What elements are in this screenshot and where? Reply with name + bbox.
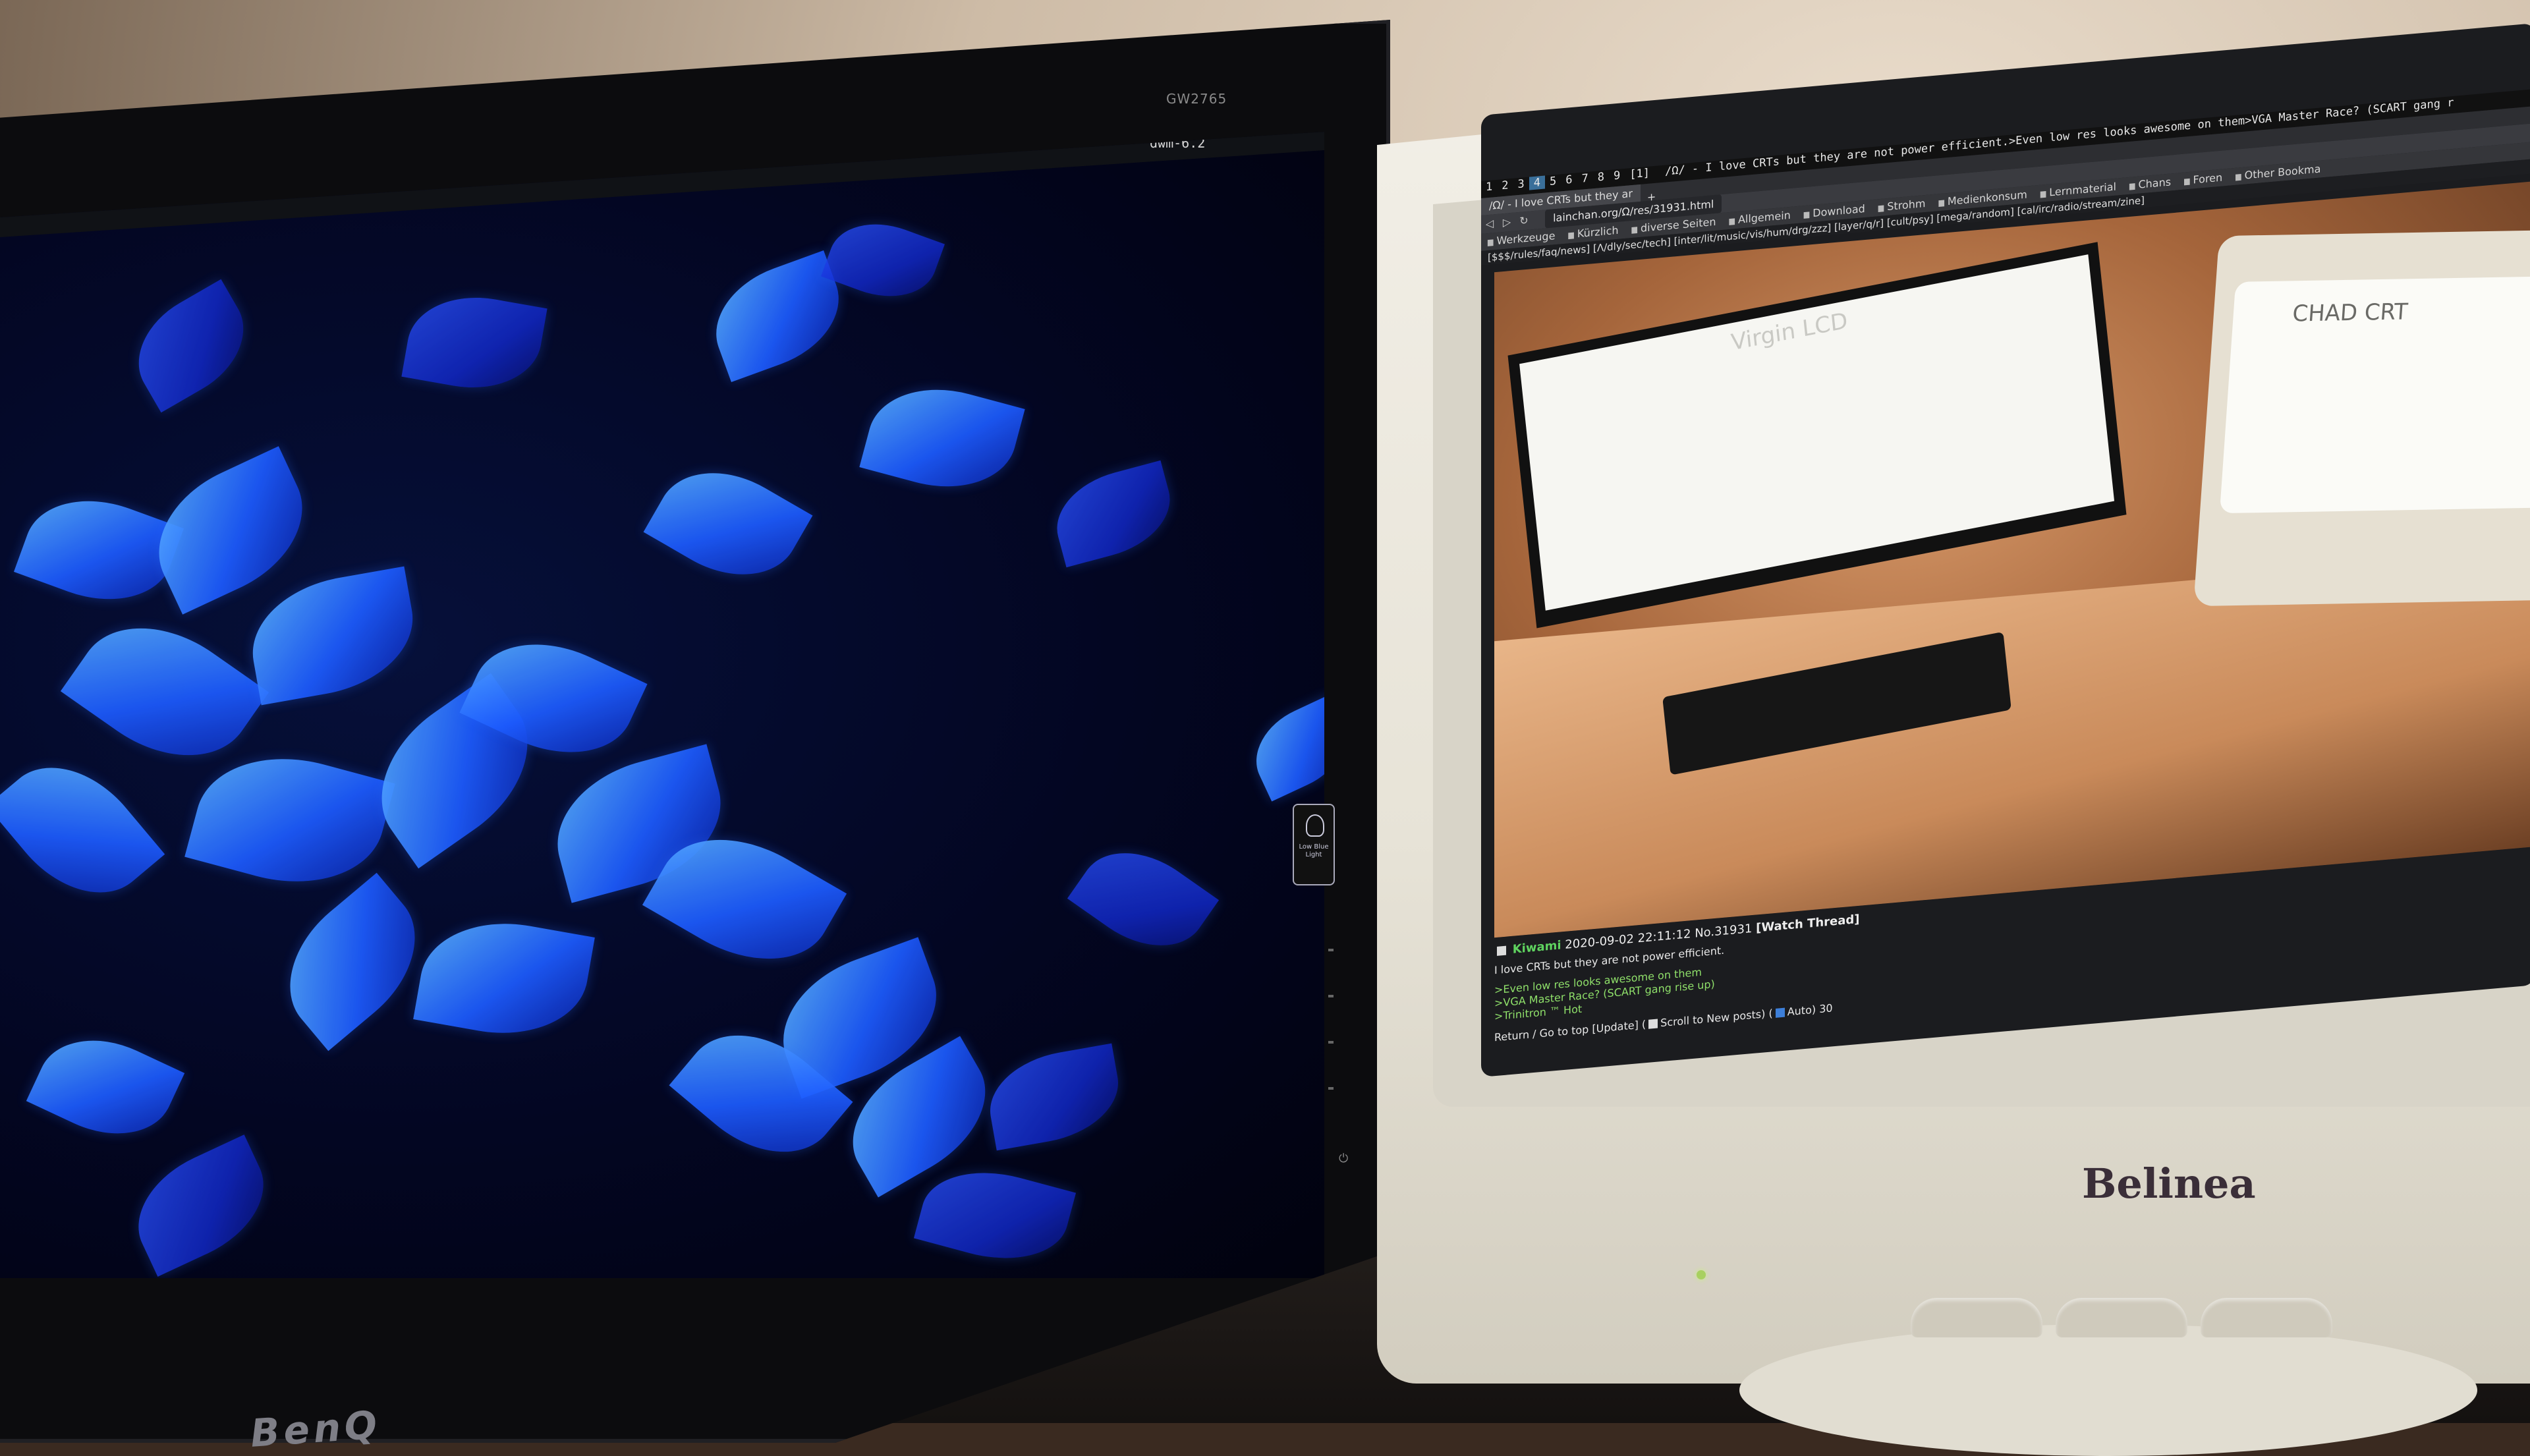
scroll-new-checkbox[interactable] xyxy=(1648,1019,1658,1029)
dwm-status-bar: dwm-6.2 xyxy=(0,132,1324,237)
watch-thread-link[interactable]: [Watch Thread] xyxy=(1756,912,1859,936)
back-icon[interactable]: ◁ xyxy=(1481,214,1498,234)
leaf xyxy=(26,1017,185,1157)
osd-button[interactable] xyxy=(1328,995,1334,997)
image-desk xyxy=(1494,550,2530,938)
leaf xyxy=(119,1134,283,1277)
scroll-new-label: Scroll to New posts) ( xyxy=(1660,1007,1773,1030)
dwm-status-text: dwm-6.2 xyxy=(1150,135,1206,151)
belinea-logo: Belinea xyxy=(2082,1160,2256,1208)
leaf xyxy=(1067,828,1220,970)
crt-front-button[interactable] xyxy=(1911,1298,2042,1337)
dwm-tag-3[interactable]: 3 xyxy=(1513,177,1529,192)
image-lcd-label: Virgin LCD xyxy=(1729,307,1849,356)
return-link[interactable]: Return / xyxy=(1494,1028,1536,1044)
dwm-tag-4[interactable]: 4 xyxy=(1529,175,1545,190)
leaf xyxy=(184,736,395,905)
post-body: I love CRTs but they are not power effic… xyxy=(1494,944,1724,1024)
crt-screen: 1 2 3 4 5 6 7 8 9 [1]/Ω/ - I love CRTs but they a… xyxy=(1481,23,2530,1077)
benq-screen: dwm-6.2 xyxy=(0,132,1324,1278)
leaf xyxy=(401,285,548,400)
leaf xyxy=(118,279,264,413)
benq-model-label: GW2765 xyxy=(1166,91,1227,107)
leaf xyxy=(135,446,326,615)
leaf xyxy=(913,1155,1077,1276)
crt-front-button[interactable] xyxy=(2201,1298,2332,1337)
benq-monitor: GW2765 dwm-6.2 Low Blue Light ⏻ BenQ xyxy=(0,20,1390,1456)
leaf xyxy=(60,594,269,790)
leaf xyxy=(242,566,424,706)
low-blue-light-button[interactable]: Low Blue Light xyxy=(1293,804,1335,885)
low-blue-light-label: Low Blue Light xyxy=(1299,843,1329,858)
crt-front-button[interactable] xyxy=(2056,1298,2187,1337)
leaf xyxy=(260,872,445,1051)
dwm-tag-7[interactable]: 7 xyxy=(1577,171,1593,186)
image-crt-monitor: CHAD CRT xyxy=(2193,229,2530,607)
leaf xyxy=(643,446,813,602)
leaf xyxy=(413,909,595,1048)
image-crt-screen: CHAD CRT xyxy=(2219,276,2530,514)
image-lcd-monitor: Virgin LCD xyxy=(1507,242,2127,629)
power-icon[interactable]: ⏻ xyxy=(1339,1152,1348,1165)
dwm-tag-5[interactable]: 5 xyxy=(1545,174,1561,188)
leaf xyxy=(982,1043,1127,1151)
auto-update-label: Auto) 30 xyxy=(1787,1001,1833,1019)
dwm-tag-2[interactable]: 2 xyxy=(1497,179,1513,193)
go-to-top-link[interactable]: Go to top xyxy=(1540,1023,1589,1040)
dwm-tag-6[interactable]: 6 xyxy=(1561,173,1577,187)
osd-button[interactable] xyxy=(1328,1087,1334,1090)
leaf xyxy=(1046,460,1181,568)
post-number[interactable]: No.31931 xyxy=(1695,922,1752,941)
leaf xyxy=(821,208,945,313)
leaf xyxy=(859,372,1025,505)
image-crt-label: CHAD CRT xyxy=(2291,298,2409,327)
crt-stand xyxy=(1739,1324,2477,1456)
image-lcd-screen: Virgin LCD xyxy=(1519,254,2115,611)
update-link[interactable]: [Update] ( xyxy=(1592,1018,1646,1035)
post-author: Kiwami xyxy=(1512,938,1561,957)
post-select-checkbox[interactable] xyxy=(1497,945,1506,956)
osd-button[interactable] xyxy=(1328,949,1334,951)
forward-icon[interactable]: ▷ xyxy=(1498,212,1515,232)
benq-logo: BenQ xyxy=(248,1402,383,1456)
dwm-tag-8[interactable]: 8 xyxy=(1593,170,1609,184)
auto-update-checkbox[interactable] xyxy=(1775,1007,1785,1018)
bulb-icon xyxy=(1306,814,1324,837)
reload-icon[interactable]: ↻ xyxy=(1515,211,1532,231)
dwm-tag-9[interactable]: 9 xyxy=(1609,169,1625,183)
post-image[interactable]: Virgin LCD CHAD CRT xyxy=(1494,181,2530,938)
osd-button[interactable] xyxy=(1328,1041,1334,1044)
power-led xyxy=(1697,1270,1706,1279)
dwm-layout-indicator[interactable]: [1] xyxy=(1625,166,1654,182)
dwm-tag-1[interactable]: 1 xyxy=(1481,180,1497,194)
leaf xyxy=(0,738,165,922)
leaf xyxy=(1241,694,1324,802)
